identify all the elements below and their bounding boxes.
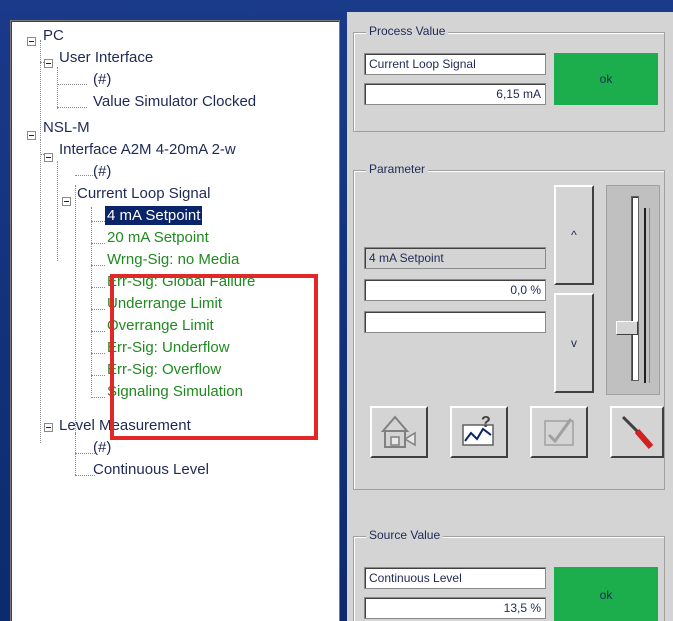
- tree-node-4ma-setpoint[interactable]: 4 mA Setpoint: [105, 205, 203, 227]
- tree-node-label: 4 mA Setpoint: [105, 206, 203, 225]
- tree-node-label: Value Simulator Clocked: [93, 93, 257, 110]
- tree-connector: [57, 67, 58, 109]
- tree-branch: [91, 353, 105, 354]
- slider-rail: [644, 208, 650, 383]
- tree-node-level-hash[interactable]: (#): [91, 437, 113, 459]
- tree-branch: [91, 287, 105, 288]
- tree-node-continuous-level[interactable]: Continuous Level: [91, 459, 211, 481]
- tree-node-user-interface[interactable]: User Interface: [57, 47, 155, 69]
- tree-node-label: Wrng-Sig: no Media: [107, 251, 240, 268]
- chevron-up-icon: ^: [571, 228, 577, 242]
- tree-branch: [91, 397, 105, 398]
- tree-collapse-toggle[interactable]: [27, 131, 36, 140]
- detail-panel: Process Value Current Loop Signal 6,15 m…: [347, 12, 673, 621]
- tree-branch: [91, 375, 105, 376]
- process-value-name: Current Loop Signal: [364, 53, 546, 75]
- slider-thumb[interactable]: [616, 321, 638, 335]
- go-home-button[interactable]: [370, 406, 428, 458]
- process-value-status: ok: [554, 53, 658, 105]
- tree-connector: [75, 185, 76, 447]
- tree-node-interface-a2m[interactable]: Interface A2M 4-20mA 2-w: [57, 139, 238, 161]
- tree-node-label: (#): [93, 71, 112, 88]
- tree-branch: [91, 243, 105, 244]
- tree-node-label: Continuous Level: [93, 461, 209, 478]
- tree-collapse-toggle[interactable]: [44, 423, 53, 432]
- tree-connector: [40, 139, 41, 443]
- chart-help-icon: ?: [462, 414, 494, 446]
- tree-connector: [57, 161, 58, 261]
- slider-track: [631, 196, 639, 381]
- parameter-edit-field[interactable]: [364, 311, 546, 333]
- parameter-slider[interactable]: [606, 185, 660, 395]
- tree-collapse-toggle[interactable]: [27, 37, 36, 46]
- tree-node-interface-hash[interactable]: (#): [91, 161, 113, 183]
- device-tree: PC User Interface (#) Value Simulator Cl…: [11, 21, 339, 621]
- tools-button[interactable]: [610, 406, 664, 458]
- tree-branch: [91, 265, 105, 266]
- tree-collapse-toggle[interactable]: [44, 59, 53, 68]
- tree-node-label: Current Loop Signal: [77, 185, 211, 202]
- tree-branch: [57, 107, 87, 108]
- tree-branch: [91, 221, 105, 222]
- tree-node-wrng-sig-no-media[interactable]: Wrng-Sig: no Media: [105, 249, 241, 271]
- source-value-title: Source Value: [366, 528, 444, 542]
- tree-node-label: PC: [43, 27, 64, 44]
- highlight-box: [110, 274, 318, 440]
- tree-branch: [91, 309, 105, 310]
- tree-node-value-simulator[interactable]: Value Simulator Clocked: [91, 91, 258, 113]
- parameter-name: 4 mA Setpoint: [364, 247, 546, 269]
- home-arrow-icon: [380, 415, 416, 448]
- tree-node-label: User Interface: [59, 49, 154, 66]
- tree-node-pc[interactable]: PC: [41, 25, 66, 47]
- tree-node-20ma-setpoint[interactable]: 20 mA Setpoint: [105, 227, 211, 249]
- source-value-group: Source Value Continuous Level 13,5 % ok: [353, 528, 665, 621]
- chevron-down-icon: v: [571, 336, 577, 350]
- tree-collapse-toggle[interactable]: [44, 153, 53, 162]
- parameter-value-input[interactable]: 0,0 %: [364, 279, 546, 301]
- tree-node-user-interface-hash[interactable]: (#): [91, 69, 113, 91]
- trend-help-button[interactable]: ?: [450, 406, 508, 458]
- increment-button[interactable]: ^: [554, 185, 594, 285]
- source-value-name: Continuous Level: [364, 567, 546, 589]
- checkmark-icon: [544, 418, 574, 446]
- parameter-group: Parameter 4 mA Setpoint 0,0 % ^ v ?: [353, 162, 665, 490]
- tree-node-label: 20 mA Setpoint: [107, 229, 209, 246]
- tree-collapse-toggle[interactable]: [62, 197, 71, 206]
- tree-connector: [75, 433, 76, 475]
- tree-node-label: NSL-M: [43, 119, 90, 136]
- tree-node-label: (#): [93, 163, 112, 180]
- screwdriver-icon: [621, 415, 654, 449]
- process-value-title: Process Value: [366, 24, 449, 38]
- tree-node-label: Interface A2M 4-20mA 2-w: [59, 141, 236, 158]
- parameter-title: Parameter: [366, 162, 429, 176]
- tree-branch: [57, 84, 87, 85]
- source-value-status: ok: [554, 567, 658, 621]
- tree-node-current-loop-signal[interactable]: Current Loop Signal: [75, 183, 212, 205]
- confirm-button[interactable]: [530, 406, 588, 458]
- device-tree-panel[interactable]: PC User Interface (#) Value Simulator Cl…: [10, 20, 340, 621]
- tree-node-nsl-m[interactable]: NSL-M: [41, 117, 92, 139]
- tree-node-label: (#): [93, 439, 112, 456]
- tree-connector: [91, 207, 92, 395]
- process-value-readout: 6,15 mA: [364, 83, 546, 105]
- decrement-button[interactable]: v: [554, 293, 594, 393]
- source-value-readout: 13,5 %: [364, 597, 546, 619]
- svg-text:?: ?: [481, 414, 491, 431]
- tree-branch: [91, 331, 105, 332]
- app-window: PC User Interface (#) Value Simulator Cl…: [0, 0, 673, 621]
- process-value-group: Process Value Current Loop Signal 6,15 m…: [353, 24, 665, 132]
